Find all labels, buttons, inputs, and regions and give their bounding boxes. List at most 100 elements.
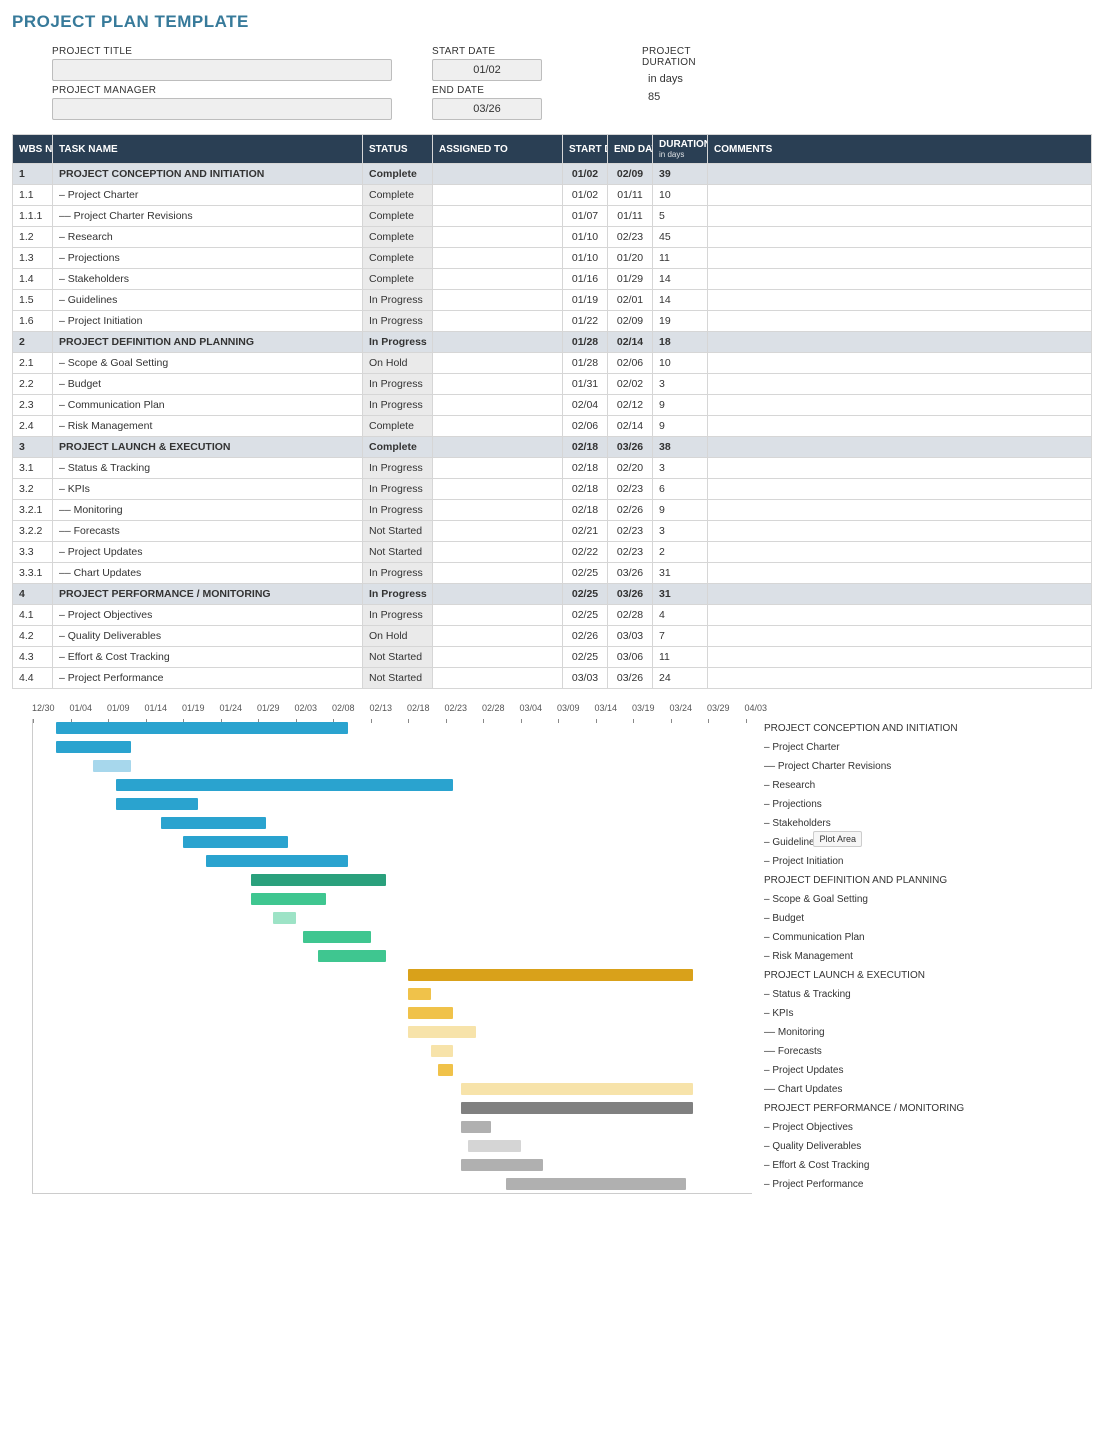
table-row[interactable]: 4.2– Quality DeliverablesOn Hold02/2603/… bbox=[13, 626, 1092, 647]
gantt-bar[interactable] bbox=[461, 1159, 544, 1171]
cell-status: In Progress bbox=[363, 584, 433, 605]
cell-end: 02/09 bbox=[608, 311, 653, 332]
table-row[interactable]: 1.6– Project InitiationIn Progress01/220… bbox=[13, 311, 1092, 332]
cell-duration: 3 bbox=[653, 374, 708, 395]
table-row[interactable]: 4.1– Project ObjectivesIn Progress02/250… bbox=[13, 605, 1092, 626]
cell-status: Not Started bbox=[363, 647, 433, 668]
cell-duration: 11 bbox=[653, 647, 708, 668]
cell-comments bbox=[708, 521, 1092, 542]
gantt-bar[interactable] bbox=[461, 1083, 694, 1095]
project-manager-field[interactable] bbox=[52, 98, 392, 120]
table-row[interactable]: 1PROJECT CONCEPTION AND INITIATIONComple… bbox=[13, 164, 1092, 185]
cell-duration: 31 bbox=[653, 584, 708, 605]
table-row[interactable]: 1.1– Project CharterComplete01/0201/1110 bbox=[13, 185, 1092, 206]
cell-status: In Progress bbox=[363, 395, 433, 416]
table-row[interactable]: 4.3– Effort & Cost TrackingNot Started02… bbox=[13, 647, 1092, 668]
gantt-bar[interactable] bbox=[408, 1026, 476, 1038]
table-row[interactable]: 2.4– Risk ManagementComplete02/0602/149 bbox=[13, 416, 1092, 437]
gantt-bar[interactable] bbox=[303, 931, 371, 943]
gantt-bar[interactable] bbox=[318, 950, 386, 962]
cell-assigned bbox=[433, 647, 563, 668]
legend-item: PROJECT LAUNCH & EXECUTION bbox=[764, 966, 1092, 985]
table-row[interactable]: 3.2– KPIsIn Progress02/1802/236 bbox=[13, 479, 1092, 500]
cell-task: –– Chart Updates bbox=[53, 563, 363, 584]
gantt-row bbox=[33, 947, 752, 966]
cell-duration: 3 bbox=[653, 458, 708, 479]
gantt-bar[interactable] bbox=[93, 760, 131, 772]
table-row[interactable]: 3PROJECT LAUNCH & EXECUTIONComplete02/18… bbox=[13, 437, 1092, 458]
gantt-bar[interactable] bbox=[408, 969, 693, 981]
cell-end: 03/26 bbox=[608, 437, 653, 458]
gantt-bar[interactable] bbox=[506, 1178, 686, 1190]
cell-duration: 45 bbox=[653, 227, 708, 248]
table-row[interactable]: 4.4– Project PerformanceNot Started03/03… bbox=[13, 668, 1092, 689]
table-row[interactable]: 1.5– GuidelinesIn Progress01/1902/0114 bbox=[13, 290, 1092, 311]
table-row[interactable]: 1.3– ProjectionsComplete01/1001/2011 bbox=[13, 248, 1092, 269]
cell-duration: 3 bbox=[653, 521, 708, 542]
gantt-row bbox=[33, 985, 752, 1004]
gantt-row bbox=[33, 1004, 752, 1023]
legend-item: – Risk Management bbox=[764, 947, 1092, 966]
cell-comments bbox=[708, 290, 1092, 311]
col-assigned: ASSIGNED TO bbox=[433, 135, 563, 164]
gantt-row bbox=[33, 1042, 752, 1061]
gantt-bar[interactable] bbox=[251, 874, 386, 886]
end-date-field[interactable]: 03/26 bbox=[432, 98, 542, 120]
table-row[interactable]: 1.4– StakeholdersComplete01/1601/2914 bbox=[13, 269, 1092, 290]
table-row[interactable]: 3.2.2–– ForecastsNot Started02/2102/233 bbox=[13, 521, 1092, 542]
cell-wbs: 3.2.1 bbox=[13, 500, 53, 521]
table-row[interactable]: 4PROJECT PERFORMANCE / MONITORINGIn Prog… bbox=[13, 584, 1092, 605]
cell-start: 01/31 bbox=[563, 374, 608, 395]
cell-assigned bbox=[433, 206, 563, 227]
gantt-row bbox=[33, 1175, 752, 1194]
cell-wbs: 1 bbox=[13, 164, 53, 185]
cell-comments bbox=[708, 353, 1092, 374]
gantt-axis: 12/3001/0401/0901/1401/1901/2401/2902/03… bbox=[12, 703, 1092, 719]
gantt-bar[interactable] bbox=[461, 1102, 694, 1114]
gantt-bar[interactable] bbox=[461, 1121, 491, 1133]
table-row[interactable]: 2.3– Communication PlanIn Progress02/040… bbox=[13, 395, 1092, 416]
gantt-row bbox=[33, 1118, 752, 1137]
table-row[interactable]: 2.1– Scope & Goal SettingOn Hold01/2802/… bbox=[13, 353, 1092, 374]
gantt-bar[interactable] bbox=[408, 988, 431, 1000]
cell-status: Not Started bbox=[363, 521, 433, 542]
cell-task: –– Project Charter Revisions bbox=[53, 206, 363, 227]
cell-status: In Progress bbox=[363, 500, 433, 521]
cell-wbs: 1.4 bbox=[13, 269, 53, 290]
project-title-field[interactable] bbox=[52, 59, 392, 81]
cell-comments bbox=[708, 332, 1092, 353]
table-row[interactable]: 2PROJECT DEFINITION AND PLANNINGIn Progr… bbox=[13, 332, 1092, 353]
gantt-bar[interactable] bbox=[468, 1140, 521, 1152]
table-row[interactable]: 3.1– Status & TrackingIn Progress02/1802… bbox=[13, 458, 1092, 479]
start-date-field[interactable]: 01/02 bbox=[432, 59, 542, 81]
gantt-bar[interactable] bbox=[431, 1045, 454, 1057]
table-row[interactable]: 2.2– BudgetIn Progress01/3102/023 bbox=[13, 374, 1092, 395]
gantt-bar[interactable] bbox=[56, 722, 349, 734]
table-row[interactable]: 1.1.1–– Project Charter RevisionsComplet… bbox=[13, 206, 1092, 227]
gantt-bar[interactable] bbox=[183, 836, 288, 848]
gantt-bar[interactable] bbox=[116, 779, 454, 791]
gantt-bar[interactable] bbox=[408, 1007, 453, 1019]
legend-item: – Project Updates bbox=[764, 1061, 1092, 1080]
gantt-bar[interactable] bbox=[116, 798, 199, 810]
cell-status: Not Started bbox=[363, 542, 433, 563]
table-row[interactable]: 3.2.1–– MonitoringIn Progress02/1802/269 bbox=[13, 500, 1092, 521]
cell-wbs: 4.2 bbox=[13, 626, 53, 647]
table-row[interactable]: 3.3– Project UpdatesNot Started02/2202/2… bbox=[13, 542, 1092, 563]
gantt-bar[interactable] bbox=[251, 893, 326, 905]
cell-duration: 6 bbox=[653, 479, 708, 500]
table-row[interactable]: 1.2– ResearchComplete01/1002/2345 bbox=[13, 227, 1092, 248]
gantt-row bbox=[33, 833, 752, 852]
table-row[interactable]: 3.3.1–– Chart UpdatesIn Progress02/2503/… bbox=[13, 563, 1092, 584]
gantt-bar[interactable] bbox=[438, 1064, 453, 1076]
cell-wbs: 4.1 bbox=[13, 605, 53, 626]
gantt-bar[interactable] bbox=[206, 855, 349, 867]
gantt-bar[interactable] bbox=[56, 741, 131, 753]
cell-start: 02/25 bbox=[563, 647, 608, 668]
cell-end: 01/11 bbox=[608, 206, 653, 227]
gantt-bar[interactable] bbox=[161, 817, 266, 829]
gantt-bar[interactable] bbox=[273, 912, 296, 924]
cell-duration: 18 bbox=[653, 332, 708, 353]
gantt-row bbox=[33, 1099, 752, 1118]
cell-comments bbox=[708, 542, 1092, 563]
